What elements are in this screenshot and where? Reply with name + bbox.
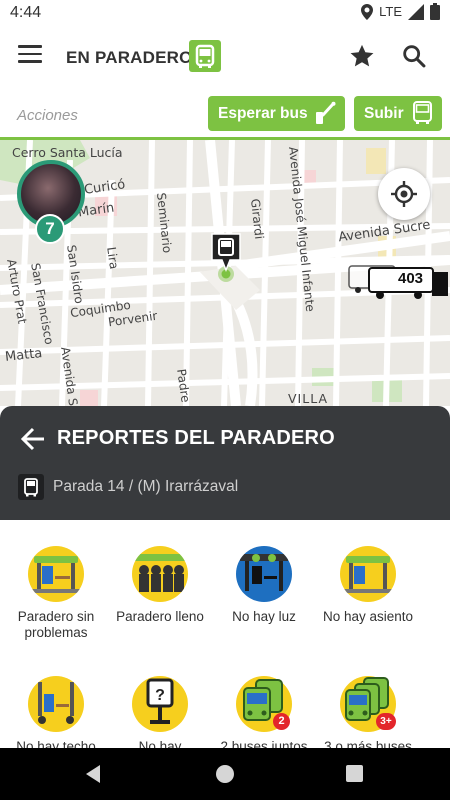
crosshair-icon	[391, 181, 417, 207]
bus-stop-no-seat-icon	[340, 546, 396, 602]
nav-recents-icon[interactable]	[346, 765, 363, 782]
bus-stop-pin-icon[interactable]	[208, 230, 244, 284]
bus-stop-full-icon	[132, 546, 188, 602]
nav-back-icon[interactable]	[84, 764, 102, 784]
report-label: Paradero sin problemas	[17, 609, 95, 640]
wait-bus-label: Esperar bus	[218, 104, 308, 122]
system-nav-bar	[0, 748, 450, 800]
report-option[interactable]: No hay asiento	[312, 546, 424, 625]
bus-number: 403	[398, 270, 424, 287]
reports-grid: Paradero sin problemas Paradero lleno No…	[0, 520, 450, 748]
report-option[interactable]: 2 2 buses juntos	[208, 676, 320, 748]
report-option[interactable]: No hay techo	[0, 676, 112, 748]
status-time: 4:44	[10, 4, 42, 21]
back-arrow-icon[interactable]	[20, 426, 46, 452]
bus-icon	[189, 40, 221, 72]
battery-icon	[430, 3, 440, 20]
app-bar: EN PARADERO	[0, 26, 450, 88]
bus-marker[interactable]: 403	[368, 266, 448, 299]
bus-count-badge: 3+	[376, 713, 396, 730]
two-buses-icon: 2	[236, 676, 292, 732]
status-icons: LTE	[361, 3, 440, 20]
map-label: Cerro Santa Lucía	[12, 145, 123, 160]
bus-outline-icon	[413, 101, 432, 124]
report-option[interactable]: Paradero lleno	[104, 546, 216, 625]
actions-bar: Acciones Esperar bus Subir	[0, 88, 450, 140]
report-label: 3 o más buses	[324, 739, 412, 748]
favorite-star-icon[interactable]	[348, 42, 376, 70]
bus-stop-icon	[18, 474, 44, 500]
bus-stop-no-info-icon: ?	[132, 676, 188, 732]
report-label: No hay techo	[16, 739, 96, 748]
page-title: EN PARADERO	[66, 48, 193, 67]
location-icon	[361, 3, 374, 20]
map-view[interactable]: Cerro Santa Lucía Curicó Marín Seminario…	[0, 140, 450, 406]
report-option[interactable]: No hay luz	[208, 546, 320, 625]
cluster-count-badge[interactable]: 7	[35, 214, 65, 244]
raise-hand-icon	[316, 101, 336, 124]
report-option[interactable]: 3+ 3 o más buses	[312, 676, 424, 748]
search-icon[interactable]	[400, 42, 428, 70]
map-label: VILLA	[288, 391, 329, 406]
bus-stop-no-roof-icon	[28, 676, 84, 732]
wait-bus-button[interactable]: Esperar bus	[208, 96, 345, 131]
report-label: No hay	[138, 739, 182, 748]
my-location-button[interactable]	[378, 168, 430, 220]
report-label: Paradero lleno	[116, 609, 204, 624]
map-label: Lira	[104, 246, 122, 271]
nav-home-icon[interactable]	[216, 765, 234, 783]
stop-name: Parada 14 / (M) Irarrázaval	[53, 478, 239, 495]
report-label: No hay asiento	[322, 609, 414, 624]
bus-stop-ok-icon	[28, 546, 84, 602]
report-label: No hay luz	[232, 609, 296, 624]
menu-icon[interactable]	[18, 45, 42, 67]
network-type: LTE	[379, 4, 402, 19]
report-option[interactable]: Paradero sin problemas	[0, 546, 112, 641]
report-label: 2 buses juntos	[220, 739, 308, 748]
actions-label: Acciones	[17, 107, 78, 124]
board-bus-button[interactable]: Subir	[354, 96, 442, 131]
svg-text:?: ?	[155, 687, 165, 704]
report-option[interactable]: ? No hay	[104, 676, 216, 748]
bus-count-badge: 2	[273, 713, 290, 730]
reports-panel-header: REPORTES DEL PARADERO Parada 14 / (M) Ir…	[0, 406, 450, 520]
signal-icon	[408, 3, 424, 20]
board-bus-label: Subir	[364, 104, 404, 122]
panel-title: REPORTES DEL PARADERO	[57, 427, 335, 449]
bus-stop-no-light-icon	[236, 546, 292, 602]
three-buses-icon: 3+	[340, 676, 396, 732]
status-bar: 4:44 LTE	[0, 0, 450, 26]
bus-marker[interactable]: 32	[348, 264, 396, 293]
